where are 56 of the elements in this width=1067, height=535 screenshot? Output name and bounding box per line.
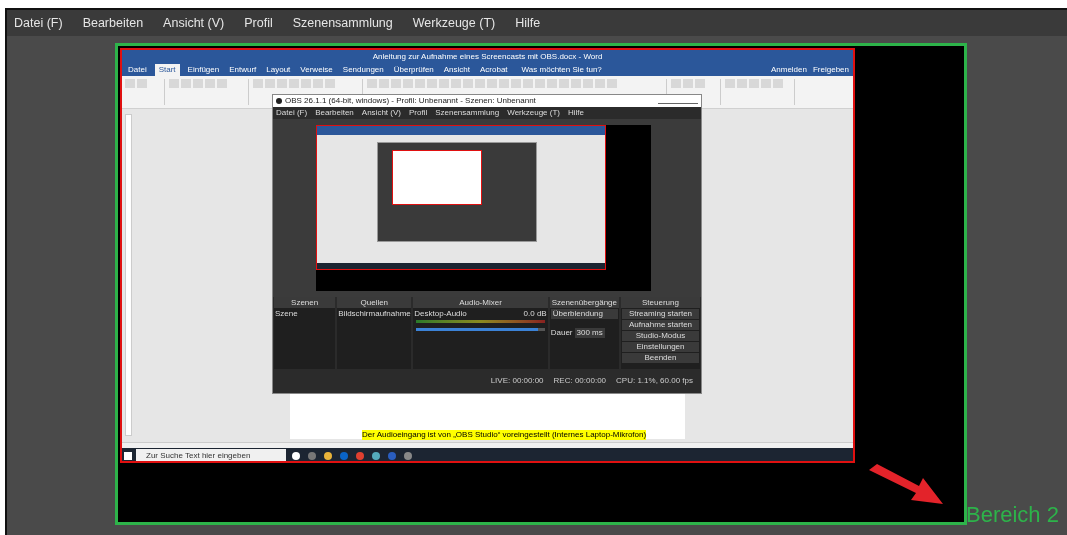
app-icon [276,98,282,104]
menu-item[interactable]: Profil [244,13,273,33]
taskbar-search-field[interactable]: Zur Suche Text hier eingeben [136,449,286,461]
control-button[interactable]: Studio-Modus [621,331,699,341]
menu-item[interactable]: Hilfe [568,108,584,118]
account-link[interactable]: Anmelden [770,64,807,76]
menu-item[interactable]: Szenensammlung [435,108,500,118]
area-label: Bereich 2 [966,502,1059,528]
control-button[interactable]: Aufnahme starten [621,320,699,330]
arrow-icon [867,464,945,506]
scene-list-item[interactable]: Szene [275,309,335,319]
duration-label: Dauer [550,328,573,338]
duration-field[interactable]: 300 ms [574,328,605,338]
ribbon-tab[interactable]: Entwurf [227,64,259,76]
control-button[interactable]: Einstellungen [621,342,699,352]
dock-title: Szenen [274,297,336,308]
ribbon-tab[interactable]: Acrobat [478,64,510,76]
menu-item[interactable]: Werkzeuge (T) [507,108,560,118]
status-text: REC: 00:00:00 [553,376,607,386]
transition-dropdown[interactable]: Überblendung [550,309,618,319]
menu-item[interactable]: Werkzeuge (T) [412,13,496,33]
dock-title: Steuerung [620,297,700,308]
control-button[interactable]: Streaming starten [621,309,699,319]
dock-title: Szenenübergänge [549,297,619,308]
menu-item[interactable]: Bearbeiten [82,13,144,33]
tell-me-field[interactable]: Was möchten Sie tun? [521,64,602,76]
dock-title: Quellen [337,297,412,308]
ribbon-tab[interactable]: Einfügen [185,64,222,76]
volume-slider[interactable] [416,328,545,331]
status-text: CPU: 1.1%, 60.00 fps [616,376,693,386]
menu-item[interactable]: Profil [408,108,428,118]
window-title: Anleitung zur Aufnahme eines Screencasts mit OBS.docx - Word [372,51,603,62]
menu-item[interactable]: Bearbeiten [315,108,354,118]
account-link[interactable]: Freigeben [812,64,849,76]
menu-item[interactable]: Datei (F) [14,13,63,33]
ribbon-tab[interactable]: Überprüfen [391,64,436,76]
status-text: LIVE: 00:00:00 [490,376,544,386]
menu-item[interactable]: Hilfe [515,13,541,33]
audio-source-name: Desktop-Audio [414,309,467,319]
ribbon-tab[interactable]: Layout [264,64,293,76]
ribbon-tab[interactable]: Verweise [298,64,335,76]
audio-reading: 0.0 dB [523,309,547,319]
ribbon-tab[interactable]: Datei [126,64,149,76]
dock-title: Audio-Mixer [413,297,548,308]
menu-item[interactable]: Ansicht (V) [163,13,225,33]
menu-item[interactable]: Ansicht (V) [361,108,401,118]
start-icon[interactable] [124,451,132,460]
ribbon-tab[interactable]: Sendungen [340,64,386,76]
menu-item[interactable]: Szenensammlung [292,13,393,33]
window-title: OBS 26.1.1 (64-bit, windows) - Profil: Unbenannt - Szenen: Unbenannt [285,96,536,106]
source-list-item[interactable]: Bildschirmaufnahme [338,309,411,319]
ribbon-tab[interactable]: Start [154,64,180,76]
control-button[interactable]: Beenden [621,353,699,363]
ribbon-tab[interactable]: Ansicht [441,64,472,76]
menu-item[interactable]: Datei (F) [276,108,308,118]
document-text: Der Audioeingang ist von „OBS Studio“ voreingestellt (Internes Laptop-Mikrofon) [362,430,647,440]
